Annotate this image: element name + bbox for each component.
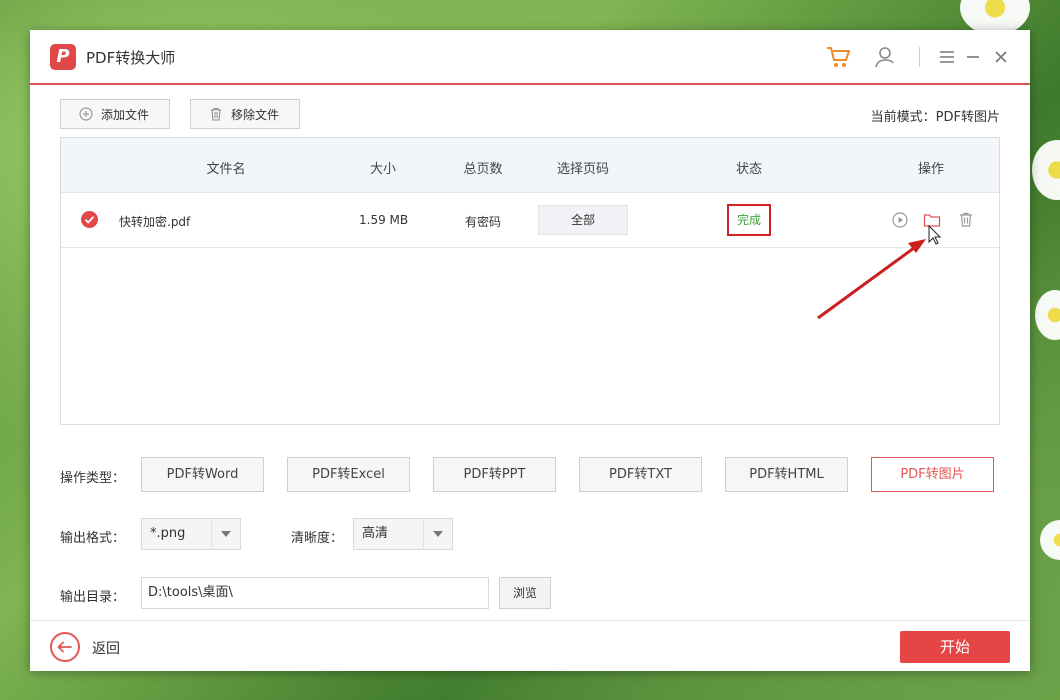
table-row[interactable]: 快转加密.pdf 1.59 MB 有密码 全部 完成 <box>61 193 999 248</box>
file-table: 文件名 大小 总页数 选择页码 状态 操作 快转加密.pdf 1.59 MB 有… <box>60 137 1000 425</box>
app-logo: P <box>50 44 76 70</box>
output-format-value: *.png <box>150 526 186 541</box>
menu-icon[interactable] <box>934 44 960 70</box>
status-badge: 完成 <box>727 204 771 236</box>
user-icon[interactable] <box>872 44 898 70</box>
file-name: 快转加密.pdf <box>119 215 191 229</box>
file-size: 1.59 MB <box>359 213 409 227</box>
type-pdf-to-html-button[interactable]: PDF转HTML <box>725 457 848 492</box>
clarity-select[interactable]: 高清 <box>353 518 453 550</box>
footer-bar: 返回 开始 <box>30 620 1030 671</box>
header-page-select: 选择页码 <box>556 162 610 177</box>
clarity-label: 清晰度： <box>291 531 344 546</box>
chevron-down-icon[interactable] <box>423 519 452 549</box>
table-header: 文件名 大小 总页数 选择页码 状态 操作 <box>61 138 999 193</box>
close-icon[interactable] <box>988 44 1014 70</box>
play-icon[interactable] <box>890 210 910 230</box>
current-mode-text: 当前模式：PDF转图片 <box>870 110 1000 125</box>
remove-file-label: 移除文件 <box>231 107 280 122</box>
arrow-left-icon <box>57 641 72 653</box>
background-flower <box>1032 140 1060 200</box>
folder-icon[interactable] <box>922 210 942 230</box>
cart-icon[interactable] <box>825 44 851 70</box>
add-file-label: 添加文件 <box>101 107 150 122</box>
minimize-icon[interactable] <box>960 44 986 70</box>
header-filename: 文件名 <box>206 162 246 177</box>
background-flower <box>1035 290 1060 340</box>
header-actions: 操作 <box>917 162 945 177</box>
add-circle-icon <box>79 107 93 121</box>
header-size: 大小 <box>369 162 397 177</box>
operation-type-label: 操作类型： <box>60 471 126 486</box>
output-format-select[interactable]: *.png <box>141 518 241 550</box>
add-file-button[interactable]: 添加文件 <box>60 99 170 129</box>
file-pages: 有密码 <box>465 215 502 229</box>
title-bar: P PDF转换大师 <box>30 30 1030 85</box>
type-pdf-to-image-button[interactable]: PDF转图片 <box>871 457 994 492</box>
remove-file-button[interactable]: 移除文件 <box>190 99 300 129</box>
background-flower <box>1040 520 1060 560</box>
type-pdf-to-ppt-button[interactable]: PDF转PPT <box>433 457 556 492</box>
start-button[interactable]: 开始 <box>900 631 1010 663</box>
type-pdf-to-excel-button[interactable]: PDF转Excel <box>287 457 410 492</box>
checkmark-icon[interactable] <box>81 211 98 228</box>
output-path-input[interactable]: D:\tools\桌面\ <box>141 577 489 609</box>
app-window: P PDF转换大师 添加文件 移除文件 当前模式：PDF转图片 文件名 大小 总… <box>30 30 1030 671</box>
clarity-value: 高清 <box>362 526 389 541</box>
page-select-button[interactable]: 全部 <box>538 205 628 235</box>
type-pdf-to-txt-button[interactable]: PDF转TXT <box>579 457 702 492</box>
browse-button[interactable]: 浏览 <box>499 577 551 609</box>
app-title: PDF转换大师 <box>86 49 176 67</box>
delete-icon[interactable] <box>956 210 976 230</box>
output-dir-label: 输出目录： <box>60 590 126 605</box>
header-pages: 总页数 <box>463 162 503 177</box>
back-label[interactable]: 返回 <box>92 638 120 658</box>
title-separator <box>919 47 920 67</box>
trash-icon <box>211 108 221 121</box>
chevron-down-icon[interactable] <box>211 519 240 549</box>
header-status: 状态 <box>735 162 763 177</box>
back-button[interactable] <box>50 632 80 662</box>
output-format-label: 输出格式： <box>60 531 126 546</box>
type-pdf-to-word-button[interactable]: PDF转Word <box>141 457 264 492</box>
